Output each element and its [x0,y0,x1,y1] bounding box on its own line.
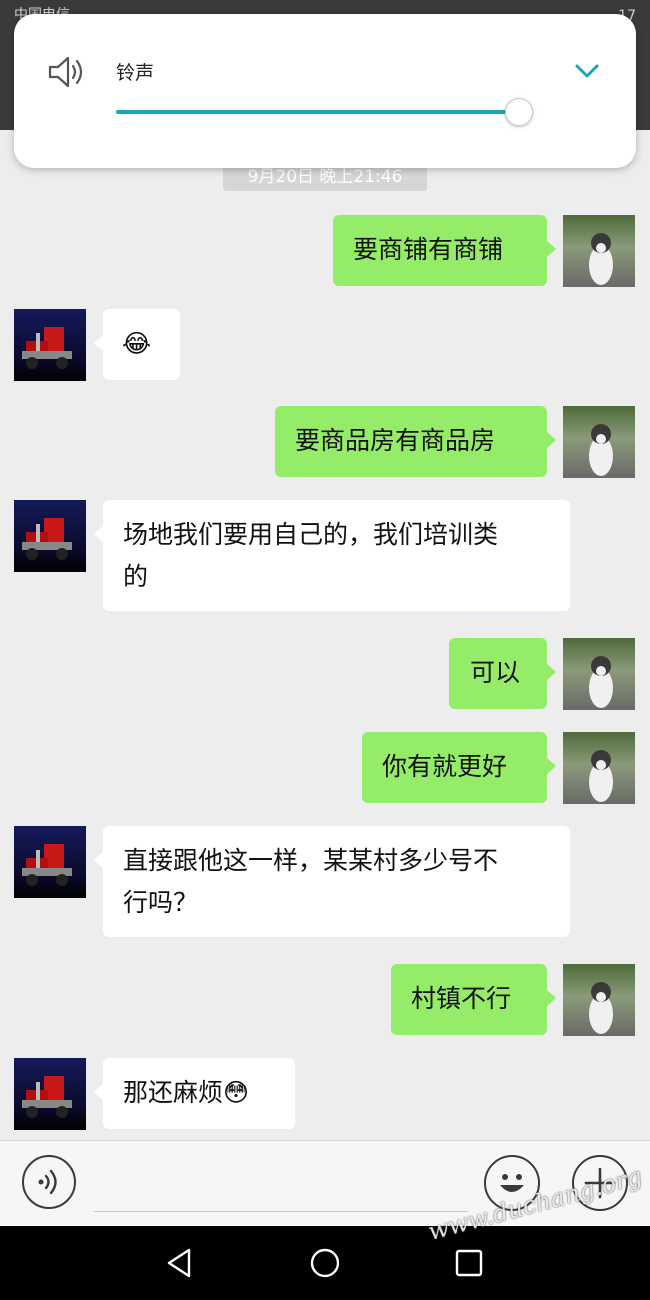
avatar[interactable] [14,1058,86,1130]
dog-avatar-icon [589,656,613,708]
message-bubble[interactable]: 直接跟他这一样，某某村多少号不 行吗？ [94,826,570,937]
avatar[interactable] [14,309,86,381]
volume-slider[interactable] [116,98,533,126]
chevron-down-icon[interactable] [572,56,602,86]
avatar[interactable] [14,826,86,898]
avatar[interactable] [14,500,86,572]
message-bubble[interactable]: 要商铺有商铺 [333,215,556,286]
message-bubble[interactable]: 村镇不行 [391,964,556,1035]
message-text: 那还麻烦😳 [123,1078,250,1107]
volume-slider-thumb[interactable] [504,98,533,126]
message-input[interactable] [94,1211,468,1212]
avatar[interactable] [563,732,635,804]
input-bar [0,1140,650,1227]
message-text: 要商铺有商铺 [353,235,504,264]
message-text: 村镇不行 [411,984,512,1013]
message-bubble[interactable]: 场地我们要用自己的，我们培训类 的 [94,500,570,611]
volume-label: 铃声 [116,62,155,84]
navigation-bar [0,1226,650,1300]
voice-icon [38,1169,57,1195]
message-text-line: 直接跟他这一样，某某村多少号不 [123,846,499,875]
message-bubble[interactable]: 可以 [449,638,556,709]
message-text-line: 的 [123,562,149,591]
home-icon[interactable] [308,1246,342,1280]
truck-avatar-icon [22,1076,72,1118]
dog-avatar-icon [589,233,613,285]
avatar[interactable] [563,638,635,710]
speaker-icon[interactable] [46,52,86,92]
dog-avatar-icon [589,750,613,802]
message-text: 可以 [470,658,521,687]
volume-panel: 铃声 [14,14,636,168]
message-bubble[interactable]: 😂 [94,309,180,380]
back-icon[interactable] [163,1246,197,1280]
dog-avatar-icon [589,982,613,1034]
message-text-line: 行吗？ [123,888,199,917]
recent-icon[interactable] [452,1246,486,1280]
voice-button[interactable] [22,1155,76,1209]
truck-avatar-icon [22,844,72,886]
avatar[interactable] [563,964,635,1036]
message-bubble[interactable]: 那还麻烦😳 [94,1058,295,1129]
avatar[interactable] [563,215,635,287]
truck-avatar-icon [22,327,72,369]
message-bubble[interactable]: 要商品房有商品房 [275,406,556,477]
message-text: 你有就更好 [382,752,508,781]
message-text-line: 场地我们要用自己的，我们培训类 [123,520,499,549]
message-bubble[interactable]: 你有就更好 [362,732,556,803]
dog-avatar-icon [589,424,613,476]
volume-slider-fill [116,110,518,114]
message-text: 😂 [122,329,152,358]
truck-avatar-icon [22,518,72,560]
message-text: 要商品房有商品房 [295,426,496,455]
avatar[interactable] [563,406,635,478]
